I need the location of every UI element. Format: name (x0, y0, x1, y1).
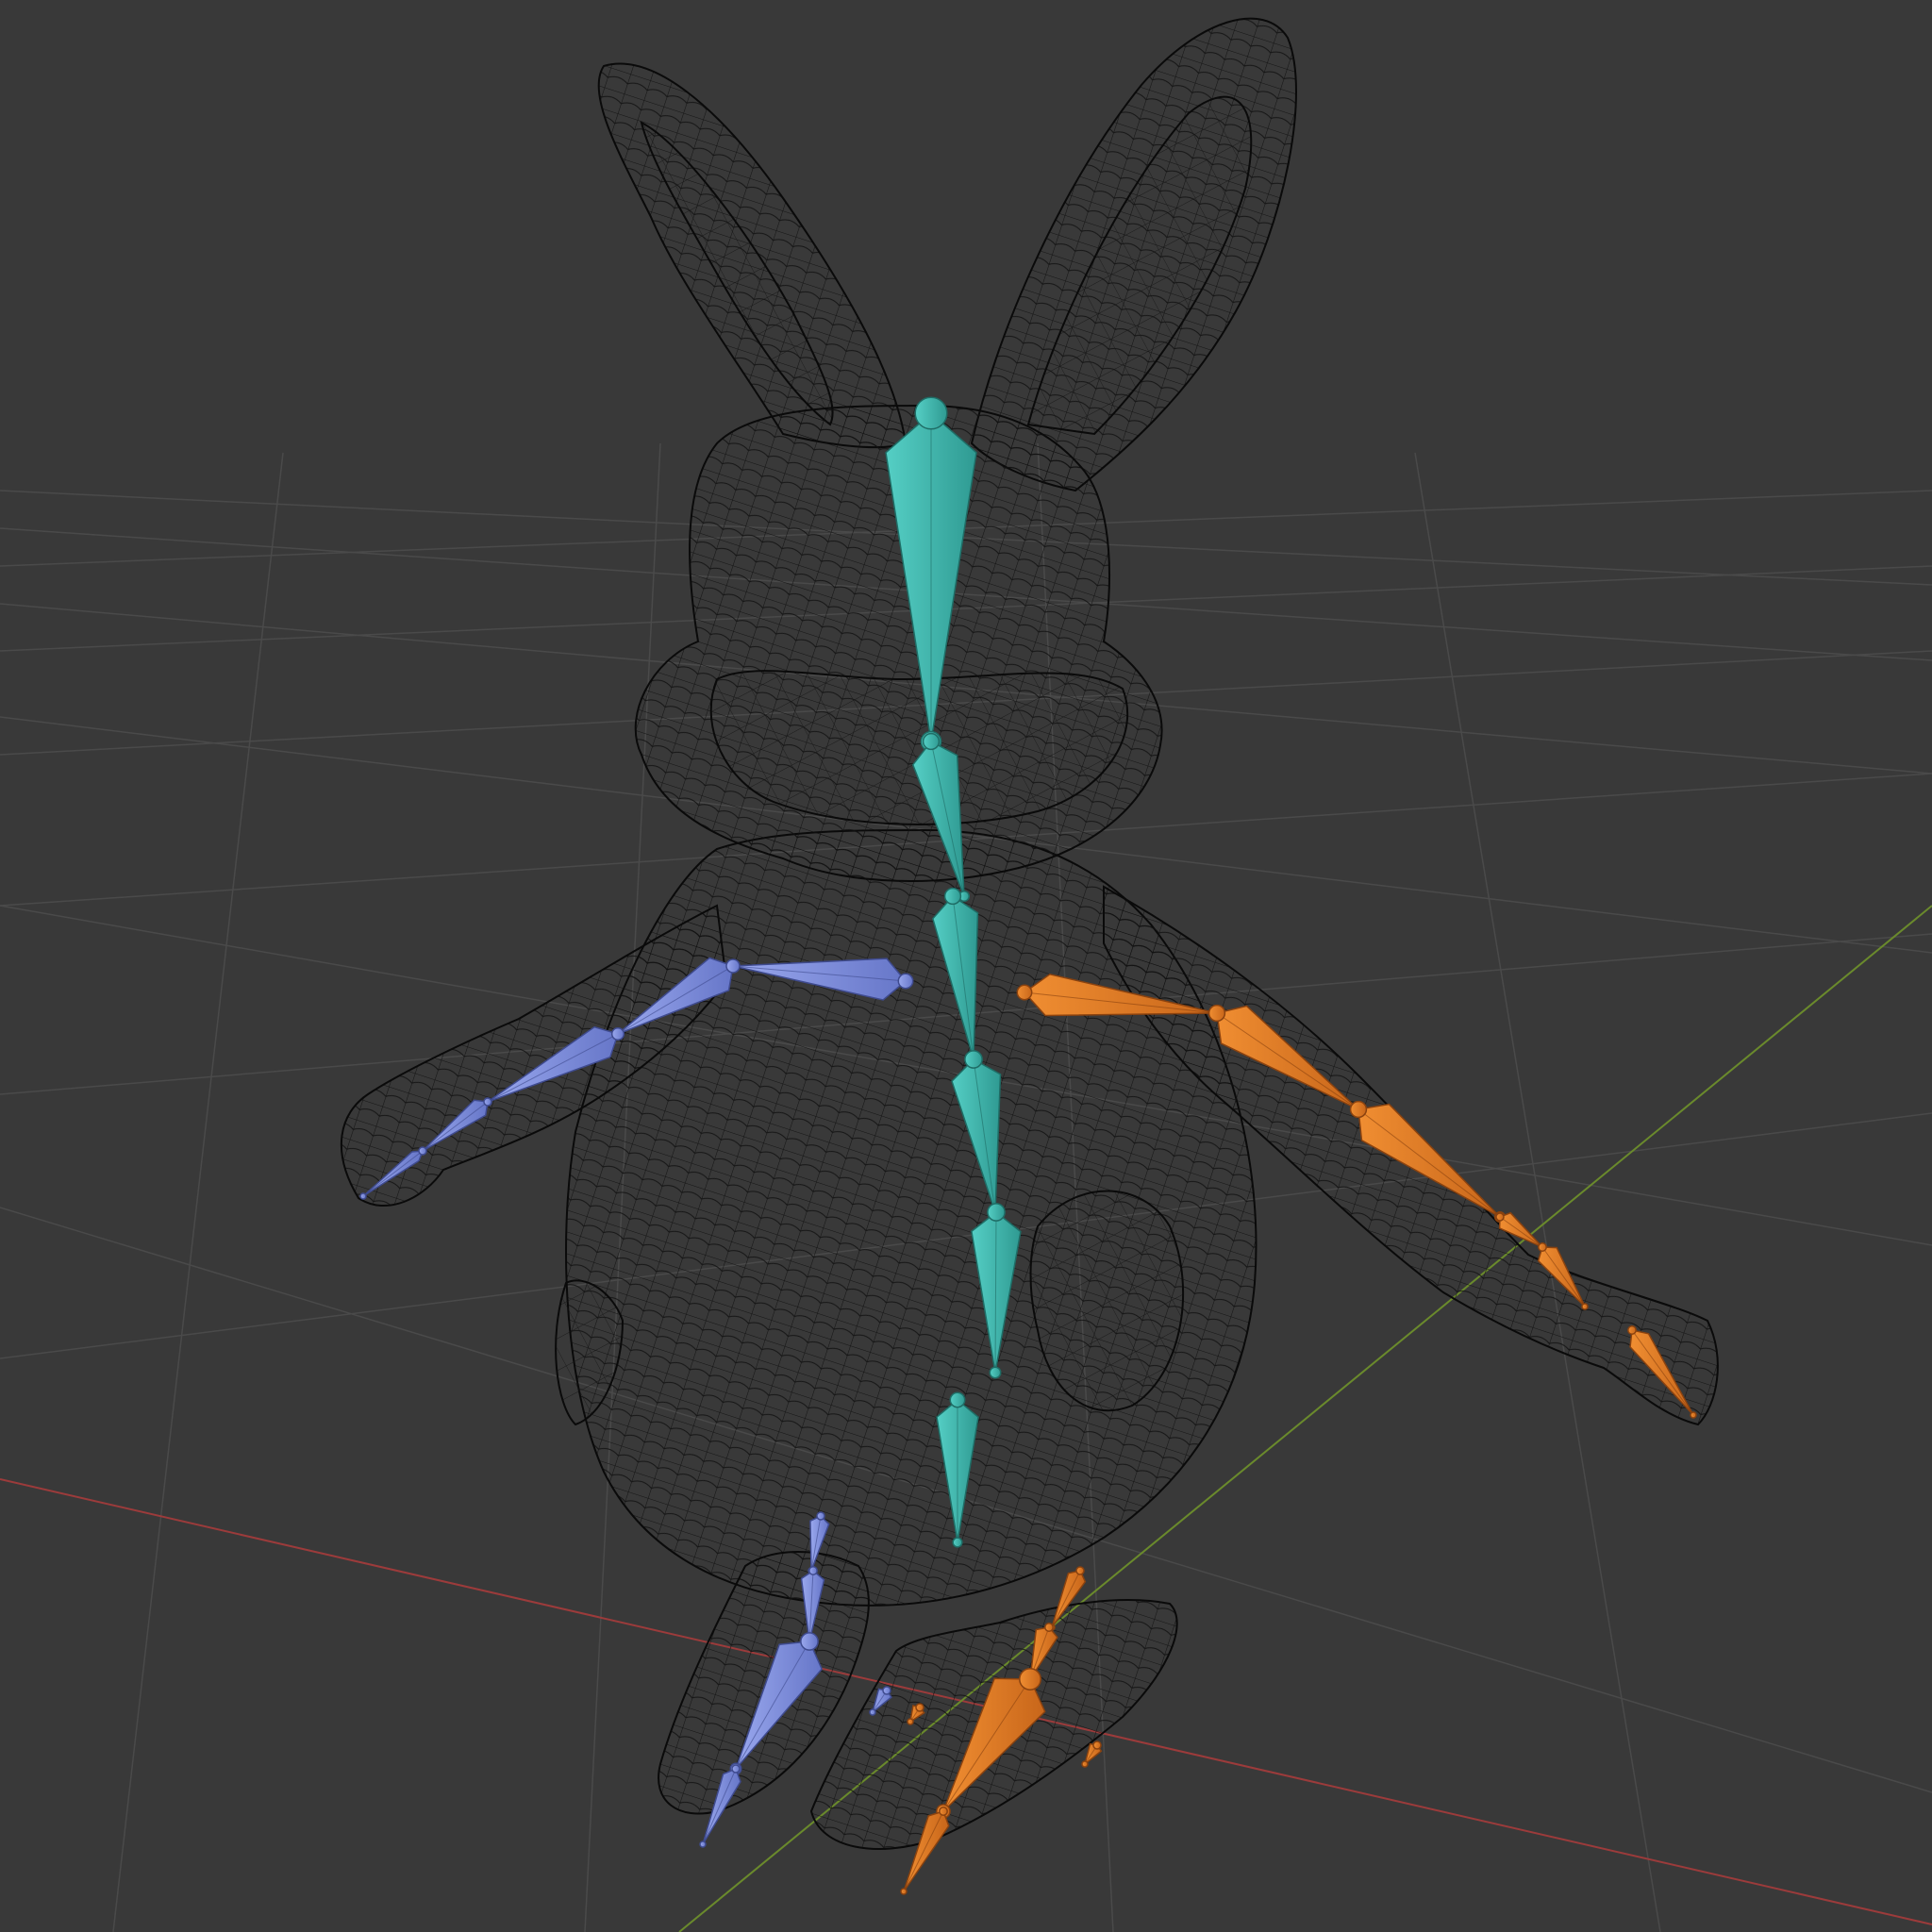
bone-right-forearm-head-joint[interactable] (1349, 1100, 1368, 1119)
bone-right-hand-head-joint[interactable] (1538, 1242, 1547, 1252)
bone-pelvis-tail-joint[interactable] (952, 1537, 963, 1548)
bone-left-heel-head-joint[interactable] (882, 1686, 891, 1695)
bone-right-heel-b-tail-joint[interactable] (1081, 1760, 1089, 1768)
bone-left-heel-tail-joint[interactable] (869, 1708, 876, 1716)
bone-spine-lower-head-joint[interactable] (987, 1203, 1006, 1222)
bone-right-upper-arm-head-joint[interactable] (1208, 1004, 1226, 1023)
3d-viewport[interactable] (0, 0, 1932, 1932)
rabbit-wireframe-mesh[interactable] (340, 17, 1719, 1850)
bone-right-toe-head-joint[interactable] (939, 1807, 948, 1816)
bone-right-thigh-head-joint[interactable] (1075, 1566, 1085, 1575)
bone-left-toe-tail-joint[interactable] (699, 1840, 707, 1848)
bone-spine-head-joint[interactable] (964, 1050, 983, 1069)
bone-head-head-joint[interactable] (914, 396, 948, 430)
viewport-canvas[interactable] (0, 0, 1932, 1932)
bone-left-shin-head-joint[interactable] (808, 1566, 818, 1575)
bone-pelvis-head-joint[interactable] (949, 1391, 966, 1408)
bone-right-shin-head-joint[interactable] (1044, 1623, 1054, 1632)
bone-right-heel-tail-joint[interactable] (907, 1718, 914, 1725)
bone-right-finger-head-joint[interactable] (1627, 1325, 1637, 1335)
bone-left-hand-head-joint[interactable] (483, 1097, 492, 1107)
bone-right-finger-tail-joint[interactable] (1690, 1411, 1697, 1419)
bone-left-calf-head-joint[interactable] (800, 1632, 819, 1651)
bone-right-calf-head-joint[interactable] (1019, 1668, 1041, 1690)
bone-left-finger-tail-joint[interactable] (359, 1192, 367, 1200)
bone-right-heel-b-head-joint[interactable] (1092, 1740, 1102, 1750)
snout (709, 670, 1129, 825)
bone-right-shoulder-head-joint[interactable] (1016, 984, 1033, 1001)
bone-left-upper-arm-head-joint[interactable] (725, 958, 741, 974)
bone-left-thigh-head-joint[interactable] (816, 1511, 825, 1521)
bone-left-shoulder-head-joint[interactable] (897, 973, 914, 990)
bone-left-finger-head-joint[interactable] (418, 1146, 427, 1156)
bone-right-toe-tail-joint[interactable] (900, 1888, 908, 1895)
bone-left-forearm-head-joint[interactable] (610, 1026, 625, 1041)
bone-spine-lower-tail-joint[interactable] (989, 1366, 1002, 1379)
bone-right-heel-head-joint[interactable] (915, 1703, 924, 1712)
bone-neck-head-joint[interactable] (922, 732, 941, 751)
bone-chest-head-joint[interactable] (943, 887, 962, 906)
bone-right-hand-tail-joint[interactable] (1581, 1303, 1589, 1310)
bone-right-wrist-head-joint[interactable] (1495, 1212, 1505, 1222)
bone-left-toe-head-joint[interactable] (731, 1764, 741, 1774)
